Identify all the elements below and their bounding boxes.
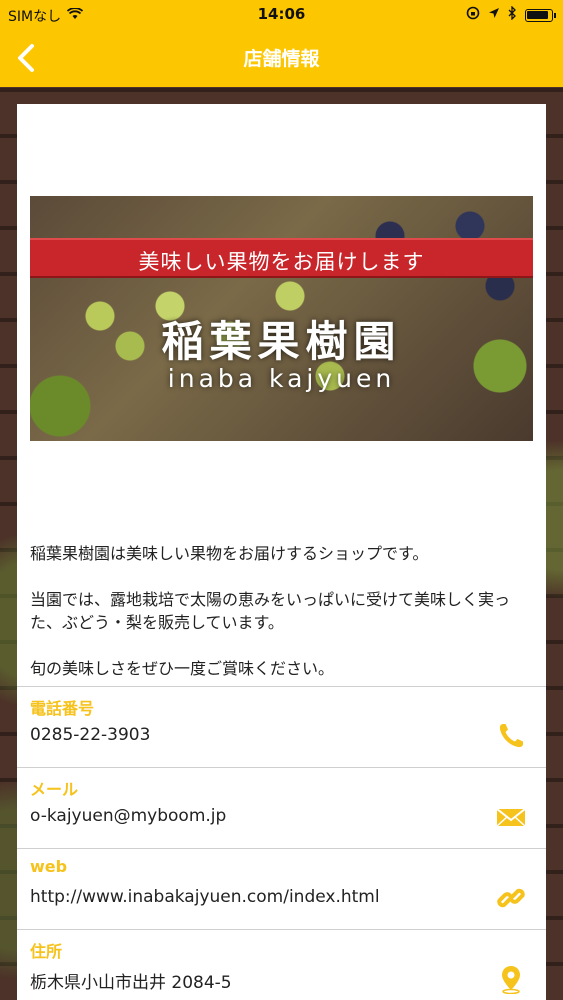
shop-banner-image: 美味しい果物をお届けします 稲葉果樹園 inaba kajyuen: [30, 196, 533, 441]
address-value: 栃木県小山市出井 2084-5: [30, 973, 232, 993]
description-paragraph: 稲葉果樹園は美味しい果物をお届けするショップです。: [30, 544, 429, 563]
web-label: web: [30, 857, 68, 876]
mail-icon[interactable]: [496, 802, 526, 832]
address-row[interactable]: 住所 栃木県小山市出井 2084-5: [17, 929, 546, 1000]
bluetooth-icon: [508, 5, 517, 24]
banner-shop-name-roman: inaba kajyuen: [167, 364, 396, 393]
description-paragraph: 当園では、露地栽培で太陽の恵みをいっぱいに受けて美味しく実った、ぶどう・梨を販売…: [30, 590, 511, 632]
page-title: 店舗情報: [243, 48, 320, 70]
link-icon[interactable]: [496, 883, 526, 913]
address-label: 住所: [30, 942, 63, 961]
banner-shop-name: 稲葉果樹園: [161, 317, 402, 366]
phone-label: 電話番号: [30, 699, 95, 718]
rotation-lock-icon: [466, 6, 480, 24]
phone-icon[interactable]: [496, 721, 526, 751]
status-bar: SIMなし 14:06: [0, 0, 563, 30]
phone-row[interactable]: 電話番号 0285-22-3903: [17, 686, 546, 768]
banner-ribbon: 美味しい果物をお届けします: [30, 238, 533, 278]
phone-value: 0285-22-3903: [30, 725, 151, 745]
location-arrow-icon: [488, 7, 500, 23]
mail-label: メール: [30, 780, 79, 799]
banner-ribbon-text: 美味しい果物をお届けします: [138, 250, 425, 274]
map-pin-icon[interactable]: [496, 964, 526, 995]
description-paragraph: 旬の美味しさをぜひ一度ご賞味ください。: [30, 659, 335, 678]
shop-info-card: 美味しい果物をお届けします 稲葉果樹園 inaba kajyuen 稲葉果樹園は…: [17, 104, 546, 1000]
navigation-bar: 店舗情報: [0, 30, 563, 87]
mail-value: o-kajyuen@myboom.jp: [30, 806, 227, 826]
web-value: http://www.inabakajyuen.com/index.html: [30, 887, 380, 907]
shop-description: 稲葉果樹園は美味しい果物をお届けするショップです。 当園では、露地栽培で太陽の恵…: [30, 542, 535, 680]
web-row[interactable]: web http://www.inabakajyuen.com/index.ht…: [17, 848, 546, 930]
battery-icon: [525, 8, 556, 22]
mail-row[interactable]: メール o-kajyuen@myboom.jp: [17, 767, 546, 849]
